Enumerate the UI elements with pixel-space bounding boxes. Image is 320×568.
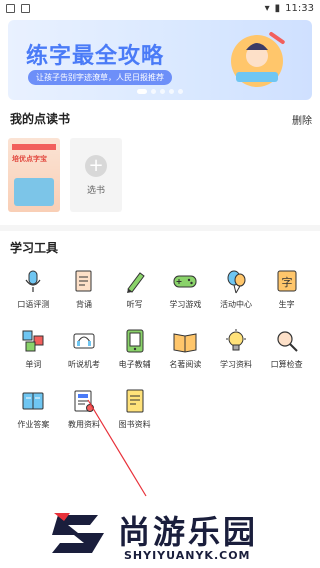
watermark-text: 尚游乐园 bbox=[118, 513, 259, 551]
watermark-logo-icon bbox=[52, 513, 104, 553]
watermark-url: SHYIYUANYK.COM bbox=[124, 549, 251, 562]
red-arrow-line bbox=[87, 399, 147, 497]
watermark: 尚游乐园 SHYIYUANYK.COM bbox=[50, 505, 318, 565]
